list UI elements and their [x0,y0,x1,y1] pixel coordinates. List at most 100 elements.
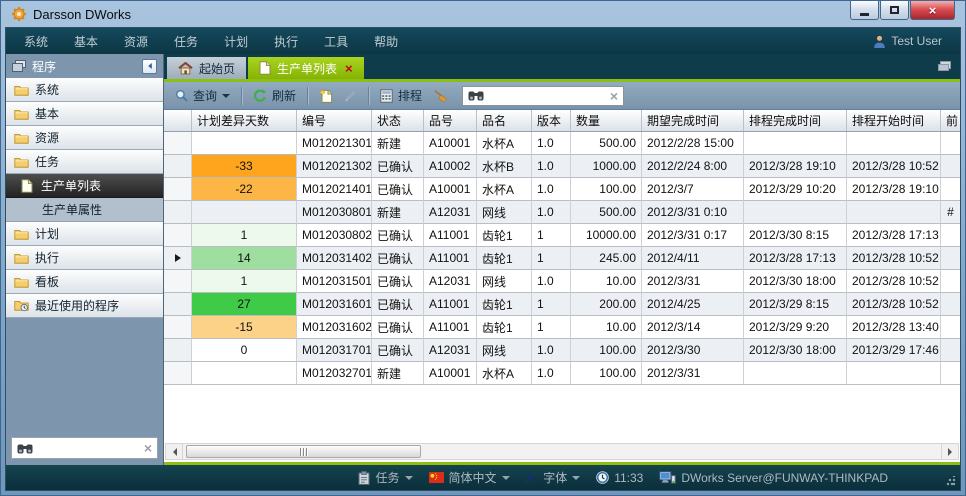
toolbar-button-refresh[interactable]: 刷新 [249,85,300,106]
cell-no: M012031402 [297,247,372,270]
status-font[interactable]: A:字体 [526,469,581,486]
menu-item-resource[interactable]: 资源 [124,33,148,50]
col-header-name[interactable]: 品名 [477,110,532,131]
sidebar-item-kanban[interactable]: 看板 [6,270,163,294]
table-row[interactable]: M012032701新建A10001水杯A1.0100.002012/3/31 [164,362,960,385]
sidebar-item-execute[interactable]: 执行 [6,246,163,270]
clear-search-icon[interactable]: × [610,89,618,103]
binoculars-icon [17,443,33,454]
col-header-sched_end[interactable]: 排程完成时间 [744,110,847,131]
col-header-qty[interactable]: 数量 [571,110,642,131]
cell-sched_end: 2012/3/29 8:15 [744,293,847,316]
table-row[interactable]: 0M012031701已确认A12031网线1.0100.002012/3/30… [164,339,960,362]
scrollbar-track[interactable] [183,444,941,459]
col-header-item[interactable]: 品号 [424,110,477,131]
table-row[interactable]: 27M012031601已确认A11001齿轮11200.002012/4/25… [164,293,960,316]
maximize-icon [890,6,899,14]
sidebar-item-production-order-list[interactable]: 生产单列表 [6,174,163,198]
sidebar-item-recent-programs[interactable]: 最近使用的程序 [6,294,163,318]
cell-ver: 1.0 [532,270,571,293]
cell-name: 水杯B [477,155,532,178]
row-selector [164,132,192,155]
app-body: 系统基本资源任务计划执行工具帮助 Test User 程序 [5,27,961,491]
menu-item-plan[interactable]: 计划 [224,33,248,50]
col-header-no[interactable]: 编号 [297,110,372,131]
col-header-sel[interactable] [164,110,192,131]
maximize-button[interactable] [880,1,909,20]
status-server[interactable]: DWorks Server@FUNWAY-THINKPAD [659,471,888,485]
user-indicator[interactable]: Test User [873,34,942,48]
toolbar-search-box: × [462,86,624,106]
cell-extra [941,339,960,362]
menu-item-execute[interactable]: 执行 [274,33,298,50]
sidebar-item-plan[interactable]: 计划 [6,222,163,246]
status-time[interactable]: 11:33 [596,471,643,485]
toolbar-search-input[interactable] [489,88,605,104]
col-header-due[interactable]: 期望完成时间 [642,110,744,131]
cell-qty: 500.00 [571,201,642,224]
cell-due: 2012/3/31 [642,362,744,385]
cell-item: A12031 [424,270,477,293]
table-row[interactable]: -15M012031602已确认A11001齿轮1110.002012/3/14… [164,316,960,339]
menu-item-task[interactable]: 任务 [174,33,198,50]
tab-production-order-list[interactable]: 生产单列表× [248,57,364,79]
scroll-left-button[interactable] [166,444,183,459]
toolbar: 查询刷新 排程 × [164,82,960,109]
minimize-button[interactable] [850,1,879,20]
col-header-status[interactable]: 状态 [372,110,424,131]
sidebar-item-production-order-props[interactable]: 生产单属性 [6,198,163,222]
col-header-diff[interactable]: 计划差异天数 [192,110,297,131]
menu-item-basic[interactable]: 基本 [74,33,98,50]
table-row[interactable]: 14M012031402已确认A11001齿轮11245.002012/4/11… [164,247,960,270]
col-header-extra[interactable]: 前 [941,110,960,131]
cell-name: 网线 [477,339,532,362]
cell-due: 2012/3/14 [642,316,744,339]
status-tasks[interactable]: 任务 [358,469,412,486]
horizontal-scrollbar[interactable] [165,443,959,460]
toolbar-button-edit[interactable] [340,87,361,104]
sidebar-item-resource[interactable]: 资源 [6,126,163,150]
cell-no: M012021401 [297,178,372,201]
sidebar: 程序 系统基本资源任务生产单列表生产单属性计划执行看板最近使用的程序 × [6,54,164,465]
menu-item-help[interactable]: 帮助 [374,33,398,50]
close-button[interactable]: × [910,1,955,20]
cell-due: 2012/3/31 0:10 [642,201,744,224]
toolbar-button-new[interactable] [315,87,337,105]
sidebar-collapse-button[interactable] [142,59,157,74]
toolbar-button-clean[interactable] [429,87,452,105]
scroll-right-button[interactable] [941,444,958,459]
table-row[interactable]: -33M012021302已确认A10002水杯B1.01000.002012/… [164,155,960,178]
toolbar-button-query[interactable]: 查询 [171,85,234,106]
row-selector [164,316,192,339]
menu-item-tools[interactable]: 工具 [324,33,348,50]
table-row[interactable]: M012021301新建A10001水杯A1.0500.002012/2/28 … [164,132,960,155]
tab-windows-icon[interactable] [937,59,952,72]
toolbar-button-schedule[interactable]: 排程 [376,85,426,106]
resize-grip[interactable] [946,476,956,486]
sidebar-item-basic[interactable]: 基本 [6,102,163,126]
table-row[interactable]: 1M012030802已确认A11001齿轮1110000.002012/3/3… [164,224,960,247]
table-row[interactable]: M012030801新建A12031网线1.0500.002012/3/31 0… [164,201,960,224]
cell-sched_end: 2012/3/30 18:00 [744,339,847,362]
sidebar-item-system[interactable]: 系统 [6,78,163,102]
folder-icon [13,252,29,264]
table-row[interactable]: 1M012031501已确认A12031网线1.010.002012/3/312… [164,270,960,293]
status-language[interactable]: 简体中文 [429,469,510,486]
caret-down-icon [222,94,230,102]
title-bar[interactable]: Darsson DWorks [5,1,961,27]
clear-search-icon[interactable]: × [144,441,152,455]
tab-start-page[interactable]: 起始页 [167,57,246,79]
cell-extra [941,316,960,339]
scrollbar-thumb[interactable] [186,445,421,458]
sidebar-item-label: 最近使用的程序 [35,297,119,314]
sidebar-search-input[interactable] [37,440,140,456]
document-icon [259,61,271,75]
table-row[interactable]: -22M012021401已确认A10001水杯A1.0100.002012/3… [164,178,960,201]
col-header-sched_start[interactable]: 排程开始时间 [847,110,941,131]
cell-ver: 1 [532,293,571,316]
sidebar-item-task[interactable]: 任务 [6,150,163,174]
cell-no: M012021302 [297,155,372,178]
tab-close-icon[interactable]: × [345,62,353,75]
col-header-ver[interactable]: 版本 [532,110,571,131]
menu-item-system[interactable]: 系统 [24,33,48,50]
